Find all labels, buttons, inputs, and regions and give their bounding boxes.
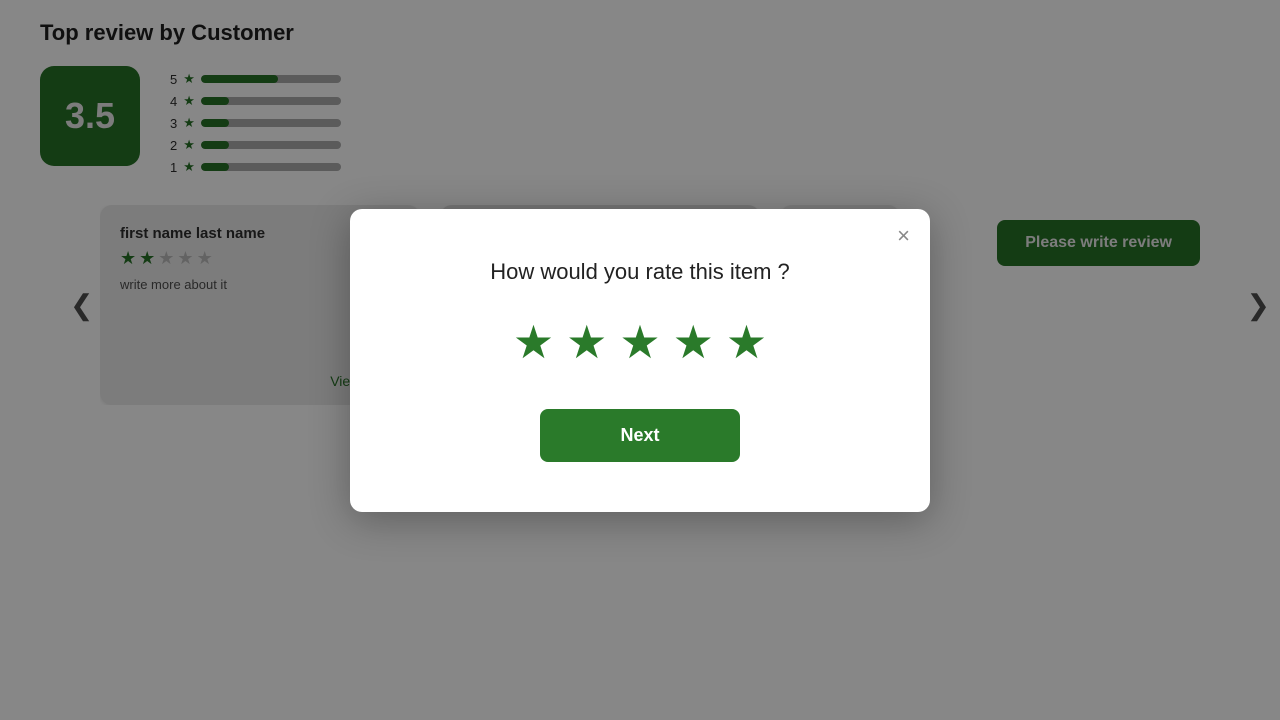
modal-star-2[interactable]: ★ (566, 315, 607, 369)
rating-modal: × How would you rate this item ? ★ ★ ★ ★… (350, 209, 930, 512)
next-button[interactable]: Next (540, 409, 739, 462)
modal-star-3[interactable]: ★ (619, 315, 660, 369)
modal-overlay: × How would you rate this item ? ★ ★ ★ ★… (0, 0, 1280, 720)
modal-star-1[interactable]: ★ (513, 315, 554, 369)
modal-star-5[interactable]: ★ (726, 315, 767, 369)
modal-close-button[interactable]: × (897, 225, 910, 247)
modal-title: How would you rate this item ? (490, 259, 790, 285)
modal-star-4[interactable]: ★ (673, 315, 714, 369)
modal-stars[interactable]: ★ ★ ★ ★ ★ (513, 315, 767, 369)
